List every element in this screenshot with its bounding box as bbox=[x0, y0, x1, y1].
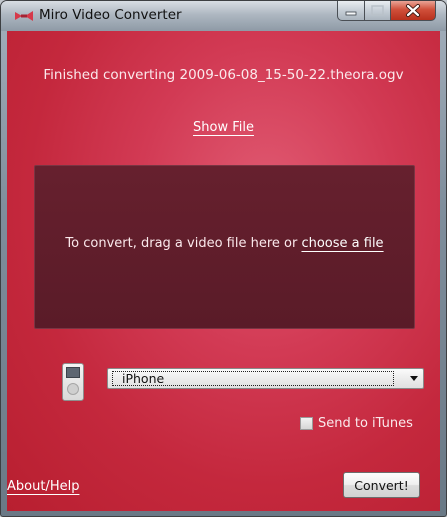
close-icon bbox=[406, 4, 420, 17]
chevron-down-icon bbox=[410, 376, 418, 381]
convert-button[interactable]: Convert! bbox=[343, 472, 420, 498]
about-help-link[interactable]: About/Help bbox=[7, 479, 79, 494]
app-window: Miro Video Converter Finished converting… bbox=[0, 0, 447, 517]
device-select-value: iPhone bbox=[112, 371, 394, 386]
ipod-icon bbox=[62, 363, 84, 401]
send-to-itunes-option[interactable]: Send to iTunes bbox=[300, 415, 413, 431]
close-button[interactable] bbox=[391, 1, 436, 21]
status-message: Finished converting 2009-06-08_15-50-22.… bbox=[43, 67, 404, 83]
minimize-icon bbox=[345, 11, 357, 16]
minimize-button[interactable] bbox=[337, 1, 365, 21]
window-title: Miro Video Converter bbox=[39, 7, 182, 23]
drop-zone[interactable]: To convert, drag a video file here or ch… bbox=[34, 165, 415, 329]
window-controls bbox=[337, 1, 436, 22]
show-file-link[interactable]: Show File bbox=[193, 120, 254, 135]
send-to-itunes-checkbox[interactable] bbox=[300, 416, 313, 430]
choose-file-link[interactable]: choose a file bbox=[301, 236, 383, 251]
converter-panel: Finished converting 2009-06-08_15-50-22.… bbox=[7, 31, 440, 511]
title-bar[interactable]: Miro Video Converter bbox=[1, 1, 446, 31]
miro-logo-icon bbox=[15, 11, 33, 21]
send-to-itunes-label: Send to iTunes bbox=[318, 415, 413, 431]
device-select[interactable]: iPhone bbox=[107, 368, 424, 389]
maximize-icon bbox=[371, 5, 384, 16]
maximize-button[interactable] bbox=[365, 1, 391, 21]
drop-instruction: To convert, drag a video file here or bbox=[65, 236, 302, 251]
